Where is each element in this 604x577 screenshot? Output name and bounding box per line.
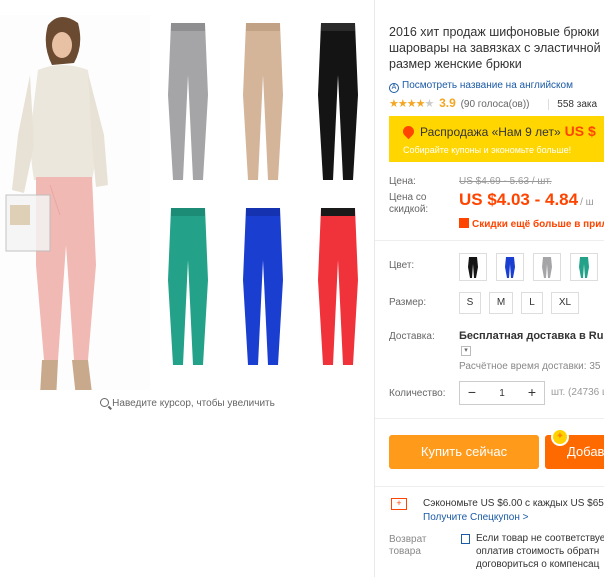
decrement-button[interactable]: − [460,382,484,404]
quantity-input[interactable] [484,382,520,404]
color-swatch-grey[interactable] [533,253,561,281]
thumb-beige-pants[interactable] [225,15,300,195]
chevron-down-icon[interactable]: ▾ [461,346,471,356]
translate-title-link[interactable]: A Посмотреть название на английском [389,80,573,93]
color-label: Цвет: [389,260,415,271]
thumb-blue-pants[interactable] [225,200,300,380]
zoom-hint: Наведите курсор, чтобы увеличить [0,398,375,409]
coupon-icon: + [391,498,407,510]
model-photo [0,15,150,390]
discount-price-label: Цена со скидкой: [389,192,429,215]
thumb-grey-pants[interactable] [150,15,225,195]
main-product-image[interactable] [0,15,150,390]
color-variants-grid [150,15,375,390]
shipping-label: Доставка: [389,331,435,342]
thumb-teal-pants[interactable] [150,200,225,380]
pants-icon [579,257,589,278]
sale-price: US $ [564,123,596,139]
size-option-m[interactable]: M [489,292,513,314]
document-icon [461,534,470,544]
shipping-method: Бесплатная доставка в Russi [459,330,604,342]
product-title: 2016 хит продаж шифоновые брюки шаровары… [389,24,604,72]
zoom-hint-text: Наведите курсор, чтобы увеличить [112,398,275,409]
color-swatch-blue[interactable] [496,253,524,281]
thumb-red-pants[interactable] [300,200,375,380]
divider [375,418,604,419]
globe-icon: A [389,83,399,93]
return-policy-text: Если товар не соответствуе оплатив стоим… [476,533,604,570]
app-discount-note[interactable]: Скидки ещё больше в прил [459,218,604,230]
divider [375,486,604,487]
title-line: шаровары на завязках с эластичной [389,41,601,55]
stock-count: шт. (24736 ш [551,387,604,398]
location-pin-icon [400,123,417,140]
title-line: 2016 хит продаж шифоновые брюки [389,25,600,39]
reviews-link[interactable]: (90 голоса(ов)) [461,99,530,110]
color-swatch-black[interactable] [459,253,487,281]
quantity-label: Количество: [389,388,446,399]
price-label: Цена: [389,176,416,187]
get-coupon-link[interactable]: Получите Спецкупон > [423,512,529,523]
return-label: Возврат товара [389,534,427,557]
product-gallery: Наведите курсор, чтобы увеличить [0,0,375,420]
star-empty-icon: ★ [424,98,434,110]
buy-now-button[interactable]: Купить сейчас [389,435,539,469]
sale-title: Распродажа «Нам 9 лет» US $ [400,123,596,140]
pants-icon [317,208,358,365]
color-swatch-teal[interactable] [570,253,598,281]
pants-icon [167,23,208,180]
rating-row: ★★★★★ 3.9 (90 голоса(ов)) 558 зака [389,96,598,110]
product-info-panel: 2016 хит продаж шифоновые брюки шаровары… [374,0,604,577]
pants-icon [505,257,515,278]
pants-icon [317,23,358,180]
translate-link-text: Посмотреть название на английском [402,80,573,91]
size-option-s[interactable]: S [459,292,481,314]
divider [375,240,604,241]
pants-icon [542,257,552,278]
coin-icon: ✦ [551,428,569,446]
pants-icon [167,208,208,365]
coupon-icon [459,218,469,228]
rating-value: 3.9 [439,96,456,110]
current-price: US $4.03 - 4.84/ ш [459,190,594,209]
title-line: размер женские брюки [389,57,522,71]
delivery-time: Расчётное время доставки: 35 [459,361,601,372]
sale-banner[interactable]: Распродажа «Нам 9 лет» US $ Собирайте куп… [389,116,604,162]
pants-icon [468,257,478,278]
size-option-l[interactable]: L [521,292,543,314]
pants-icon [242,208,283,365]
size-option-xl[interactable]: XL [551,292,579,314]
rating-stars: ★★★★★ [389,98,434,110]
old-price: US $4.69 - 5.63 / шт. [459,176,552,187]
magnifier-icon [100,398,110,407]
size-label: Размер: [389,297,427,308]
sale-subtitle: Собирайте купоны и экономьте больше! [403,145,572,155]
pants-icon [242,23,283,180]
orders-count: 558 зака [548,99,598,110]
increment-button[interactable]: + [520,382,544,404]
thumb-black-pants[interactable] [300,15,375,195]
promo-text: Сэкономьте US $6.00 с каждых US $65. [423,498,604,509]
quantity-stepper: − + [459,381,545,405]
